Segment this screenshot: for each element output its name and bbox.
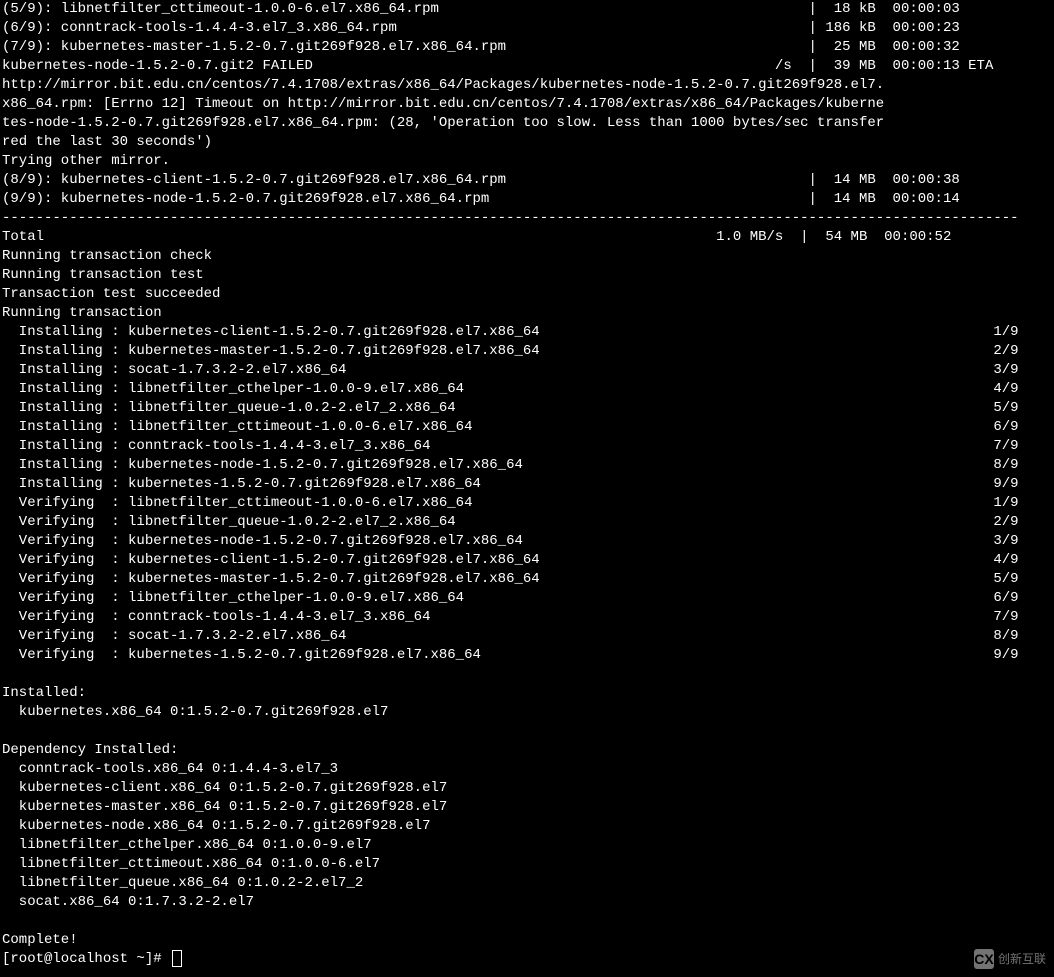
watermark-text: 创新互联 (998, 950, 1046, 969)
shell-prompt[interactable]: [root@localhost ~]# (2, 951, 170, 967)
watermark: CX 创新互联 (974, 949, 1046, 969)
cursor-icon (172, 950, 182, 967)
terminal-output[interactable]: (5/9): libnetfilter_cttimeout-1.0.0-6.el… (0, 0, 1054, 969)
watermark-icon: CX (974, 949, 994, 969)
